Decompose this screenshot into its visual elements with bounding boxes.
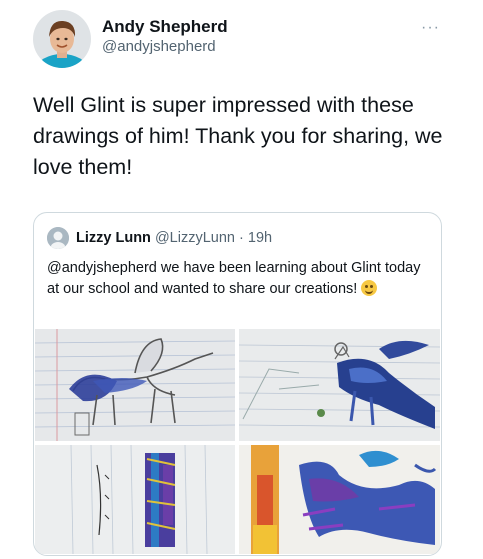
photo-drawing-4[interactable] (239, 445, 440, 554)
tweet-text: Well Glint is super impressed with these… (33, 93, 443, 179)
smiling-face-icon (361, 279, 378, 296)
quoted-author-avatar[interactable] (47, 227, 69, 249)
author-handle[interactable]: @andyjshepherd (102, 38, 216, 55)
photo-drawing-1[interactable] (35, 329, 235, 441)
quoted-author-handle[interactable]: @LizzyLunn (155, 230, 235, 246)
quoted-text: @andyjshepherd we have been learning abo… (47, 258, 432, 299)
more-options-icon[interactable]: ··· (421, 19, 440, 37)
quoted-tweet[interactable]: Lizzy Lunn @LizzyLunn · 19h @andyjshephe… (33, 212, 442, 556)
photo-drawing-2[interactable] (239, 329, 440, 441)
photo-drawing-3[interactable] (35, 445, 235, 554)
quoted-header: Lizzy Lunn @LizzyLunn · 19h (76, 230, 272, 246)
author-avatar[interactable] (33, 10, 91, 68)
quoted-author-name[interactable]: Lizzy Lunn (76, 230, 151, 246)
separator-dot: · (239, 230, 244, 246)
quoted-timestamp[interactable]: 19h (248, 230, 272, 246)
tweet-card[interactable]: Andy Shepherd @andyjshepherd ··· Well Gl… (0, 0, 483, 559)
author-name[interactable]: Andy Shepherd (102, 17, 228, 37)
media-grid (35, 329, 440, 554)
